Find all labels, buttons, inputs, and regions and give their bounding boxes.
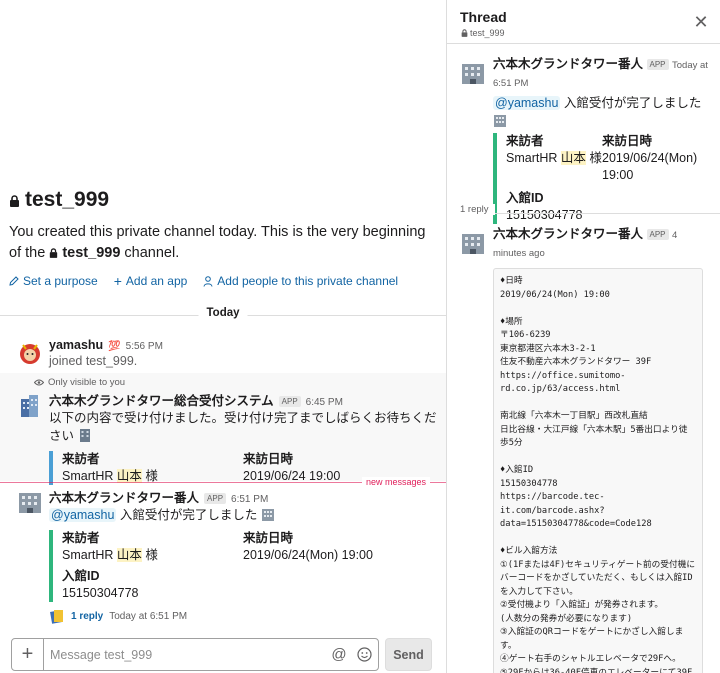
message-text: @yamashu 入館受付が完了しました — [49, 506, 438, 524]
emoji-icon[interactable] — [353, 644, 375, 666]
thread-channel[interactable]: test_999 — [461, 28, 505, 38]
thread-pane: Thread test_999 ✕ 六本木グランドタワー番人 APP Today… — [446, 0, 720, 673]
channel-title: test_999 — [9, 188, 439, 212]
message-input[interactable] — [44, 639, 328, 670]
user-name[interactable]: yamashu — [49, 338, 103, 352]
code-block: ♦日時 2019/06/24(Mon) 19:00 ♦場所 〒106-6239 … — [493, 268, 703, 673]
building-avatar[interactable] — [460, 60, 486, 86]
channel-intro: test_999 You created this private channe… — [9, 188, 439, 289]
message-text: 以下の内容で受け付けました。受け付け完了までしばらくお待ちください — [49, 411, 437, 443]
mention[interactable]: @yamashu — [493, 96, 561, 110]
visibility-note: Only visible to you — [34, 377, 125, 388]
office-building-icon — [79, 429, 90, 442]
building-avatar[interactable] — [460, 230, 486, 256]
date-divider: Today — [0, 307, 446, 323]
message-text: joined test_999. — [49, 354, 138, 368]
channel-pane: test_999 You created this private channe… — [0, 0, 446, 673]
send-button[interactable]: Send — [385, 638, 432, 671]
eye-icon — [34, 379, 44, 386]
office-building-icon — [494, 115, 506, 127]
reply-avatar — [50, 610, 63, 624]
replies-divider: 1 reply — [460, 204, 720, 218]
close-icon[interactable]: ✕ — [693, 13, 709, 31]
reply-time: Today at 6:51 PM — [109, 610, 188, 622]
lock-icon — [461, 29, 468, 37]
mention[interactable]: @yamashu — [49, 508, 117, 522]
channel-link[interactable]: test_999 — [62, 245, 120, 261]
app-name[interactable]: 六本木グランドタワー番人 — [493, 227, 643, 241]
pencil-icon — [9, 276, 19, 286]
set-purpose-link[interactable]: Set a purpose — [9, 273, 98, 289]
avatar[interactable] — [17, 340, 43, 366]
message-text: @yamashu 入館受付が完了しました — [493, 94, 711, 130]
channel-name: test_999 — [25, 188, 110, 211]
status-emoji: 💯 — [108, 341, 121, 352]
office-building-icon — [261, 509, 274, 521]
timestamp[interactable]: 5:56 PM — [126, 341, 163, 352]
channel-actions: Set a purpose + Add an app Add people to… — [9, 273, 439, 289]
lock-icon — [50, 248, 58, 258]
timestamp[interactable]: 6:51 PM — [231, 494, 268, 505]
add-app-link[interactable]: + Add an app — [114, 273, 188, 289]
app-name[interactable]: 六本木グランドタワー番人 — [49, 487, 199, 506]
thread-title: Thread — [460, 9, 507, 25]
app-name[interactable]: 六本木グランドタワー総合受付システム — [49, 390, 274, 409]
add-people-link[interactable]: Add people to this private channel — [203, 273, 398, 289]
building-avatar[interactable] — [17, 489, 43, 515]
attachment: 来訪者 SmartHR 山本 様 来訪日時 2019/06/24(Mon) 19… — [49, 530, 438, 602]
reply-count[interactable]: 1 reply — [71, 611, 103, 622]
message-composer: + @ — [11, 638, 379, 671]
building-avatar[interactable] — [17, 393, 43, 419]
attach-button[interactable]: + — [12, 639, 44, 670]
app-badge: APP — [278, 396, 301, 407]
thread-header: Thread test_999 ✕ — [447, 0, 720, 44]
thread-replies[interactable]: 1 reply Today at 6:51 PM — [49, 608, 438, 624]
mention-icon[interactable]: @ — [328, 644, 350, 666]
app-badge: APP — [204, 493, 227, 504]
person-icon — [203, 275, 213, 287]
plus-icon: + — [113, 273, 122, 289]
ephemeral-message: Only visible to you 六本木グランドタワー総合受付システム A… — [0, 373, 446, 485]
timestamp[interactable]: 6:45 PM — [306, 397, 343, 408]
app-badge: APP — [646, 229, 669, 240]
lock-icon — [10, 195, 19, 207]
app-name[interactable]: 六本木グランドタワー番人 — [493, 57, 643, 71]
channel-description: You created this private channel today. … — [9, 224, 426, 261]
app-badge: APP — [646, 59, 669, 70]
